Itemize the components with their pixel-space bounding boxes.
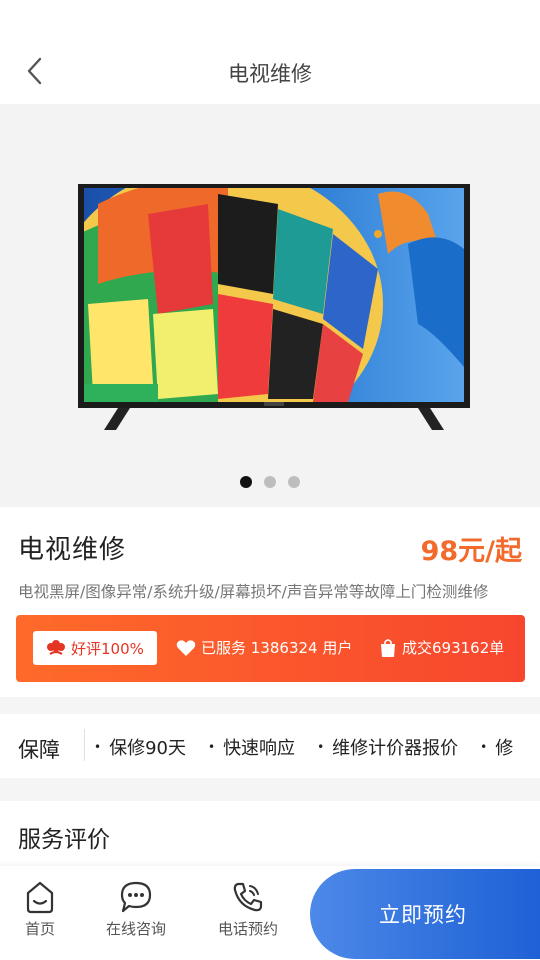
product-name: 电视维修 [18, 535, 127, 565]
guarantee-item: 修 [480, 734, 513, 760]
served-count: 已服务 1386324 用户 [176, 637, 352, 658]
carousel-dot-2[interactable] [264, 476, 276, 488]
divider [84, 729, 85, 761]
shopping-bag-icon [381, 638, 395, 657]
book-now-button[interactable]: 立即预约 [310, 869, 540, 959]
guarantee-item: 快速响应 [208, 734, 295, 760]
product-info: 电视维修 98元/起 电视黑屏/图像异常/系统升级/屏幕损坏/声音异常等故障上门… [0, 507, 540, 697]
good-rating-badge: 好评100% [33, 631, 157, 665]
deal-count: 成交693162单 [379, 637, 504, 658]
product-image-carousel[interactable] [0, 104, 540, 507]
phone-icon [233, 882, 263, 912]
product-price: 98元/起 [420, 536, 522, 567]
good-rating-text: 好评100% [71, 639, 144, 658]
served-text: 已服务 1386324 用户 [201, 639, 353, 657]
nav-home-label: 首页 [24, 920, 55, 938]
header: 电视维修 [0, 0, 540, 104]
guarantee-title: 保障 [18, 738, 60, 762]
deal-text: 成交693162单 [402, 639, 505, 657]
nav-consult-label: 在线咨询 [105, 920, 166, 938]
nav-consult[interactable]: 在线咨询 [81, 880, 191, 939]
tv-product-image [78, 184, 470, 430]
book-now-label: 立即预约 [379, 903, 467, 927]
nav-phone[interactable]: 电话预约 [193, 880, 303, 939]
guarantee-section: 保障 保修90天 快速响应 维修计价器报价 修 [0, 714, 540, 778]
carousel-dot-1[interactable] [240, 476, 252, 488]
chat-bubble-icon [120, 881, 152, 913]
carousel-indicator [0, 476, 540, 488]
reviews-section: 服务评价 [0, 801, 540, 871]
home-icon [26, 881, 54, 914]
flower-icon [47, 640, 65, 655]
guarantee-item: 维修计价器报价 [317, 734, 458, 760]
bottom-bar: 首页 在线咨询 电话预约 立即预约 [0, 866, 540, 960]
nav-phone-label: 电话预约 [217, 920, 278, 938]
heart-hand-icon [176, 639, 196, 656]
stats-banner: 好评100% 已服务 1386324 用户 成交693162单 [16, 615, 525, 682]
guarantee-item: 保修90天 [94, 734, 186, 760]
guarantee-list: 保修90天 快速响应 维修计价器报价 修 [94, 734, 513, 760]
page-title: 电视维修 [228, 62, 312, 86]
product-description: 电视黑屏/图像异常/系统升级/屏幕损坏/声音异常等故障上门检测维修 [18, 583, 489, 601]
carousel-dot-3[interactable] [288, 476, 300, 488]
reviews-title: 服务评价 [18, 827, 110, 853]
